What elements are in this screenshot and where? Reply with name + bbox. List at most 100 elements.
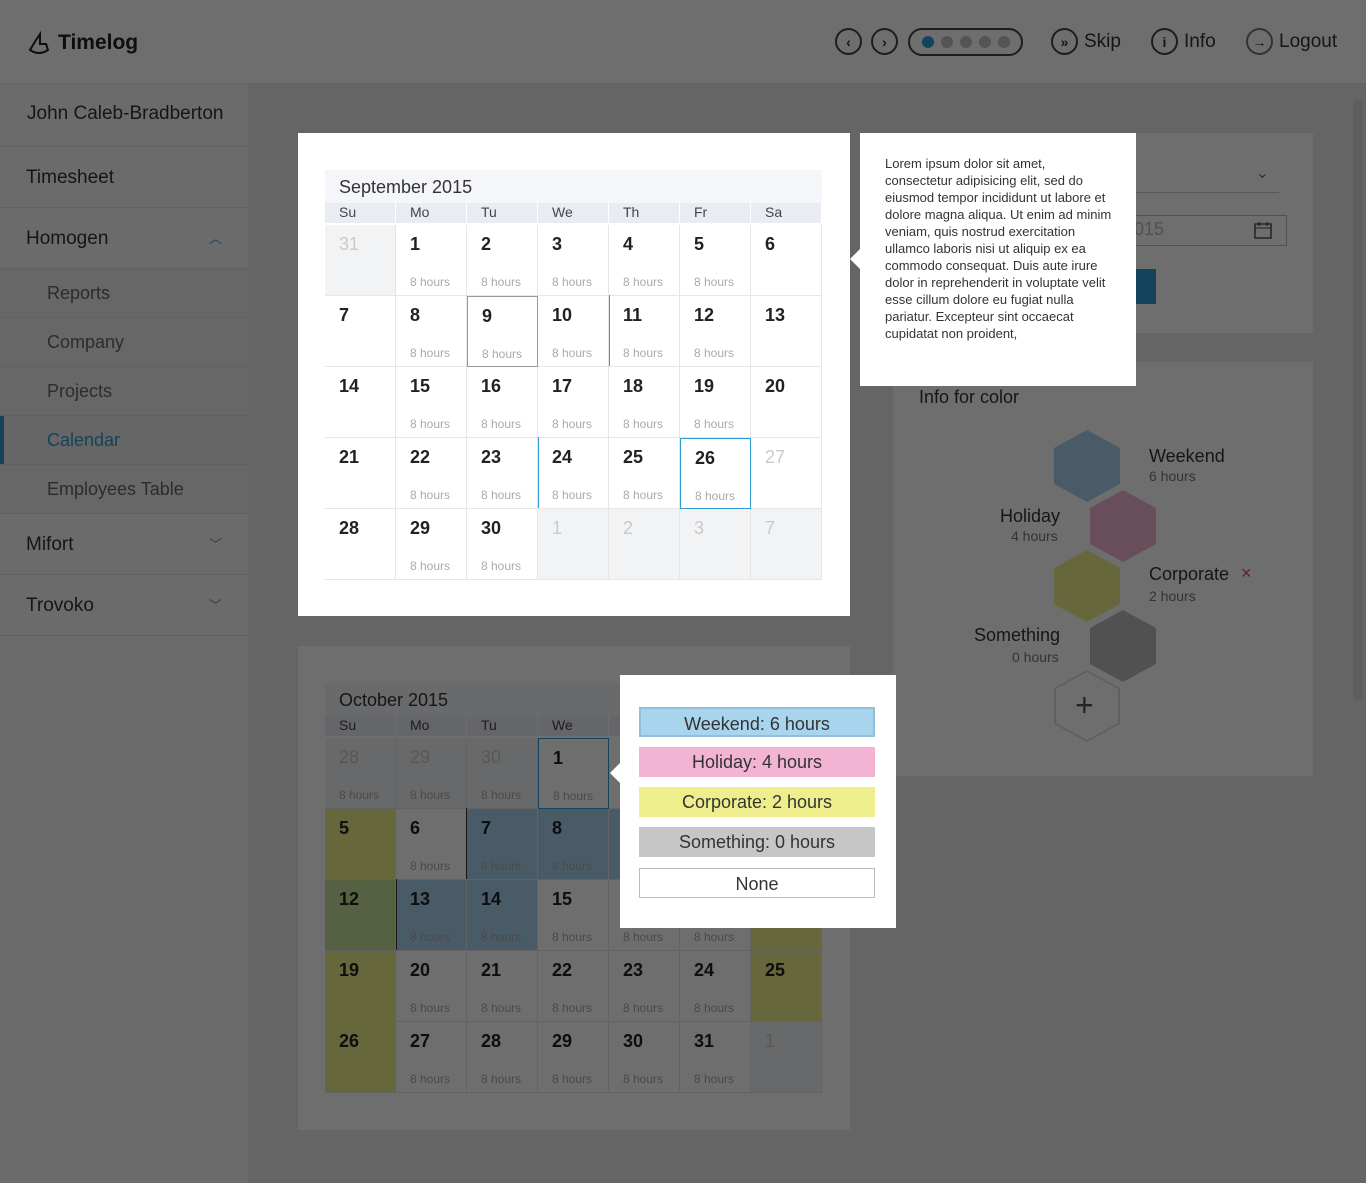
calendar-day[interactable]: 18 8 hours (609, 367, 680, 438)
calendar-day[interactable]: 7 (751, 509, 822, 580)
calendar-day[interactable]: 27 (751, 438, 822, 509)
calendar-icon[interactable] (1254, 221, 1272, 239)
calendar-day[interactable]: 22 8 hours (538, 951, 609, 1022)
calendar-day[interactable]: 8 8 hours (396, 296, 467, 367)
calendar-day[interactable]: 15 8 hours (538, 880, 609, 951)
skip-button[interactable]: » Skip (1051, 28, 1121, 55)
step-dot[interactable] (978, 36, 991, 48)
step-dot[interactable] (959, 36, 972, 48)
calendar-day[interactable]: 4 8 hours (609, 225, 680, 296)
calendar-day[interactable]: 24 8 hours (680, 951, 751, 1022)
calendar-day[interactable]: 15 8 hours (396, 367, 467, 438)
calendar-day[interactable]: 20 8 hours (396, 951, 467, 1022)
calendar-day[interactable]: 3 8 hours (538, 225, 609, 296)
step-dot-active[interactable] (921, 36, 934, 48)
calendar-day[interactable]: 29 8 hours (396, 738, 467, 809)
option-none[interactable]: None (639, 868, 875, 898)
calendar-day[interactable]: 11 8 hours (609, 296, 680, 367)
calendar-day[interactable]: 5 8 hours (680, 225, 751, 296)
calendar-day[interactable]: 3 (680, 509, 751, 580)
calendar-day[interactable]: 10 8 hours (538, 296, 609, 367)
calendar-day[interactable]: 1 (538, 509, 609, 580)
calendar-day[interactable]: 1 8 hours (396, 225, 467, 296)
calendar-day[interactable]: 16 8 hours (467, 367, 538, 438)
app-logo[interactable]: Timelog (26, 30, 138, 56)
calendar-day[interactable]: 26 8 hours (680, 438, 751, 509)
calendar-day[interactable]: 2 8 hours (467, 225, 538, 296)
option-holiday[interactable]: Holiday: 4 hours (639, 747, 875, 777)
calendar-day[interactable]: 25 8 hours (609, 438, 680, 509)
sidebar-item-projects[interactable]: Projects (0, 367, 248, 416)
sidebar-item-employees-table[interactable]: Employees Table (0, 465, 248, 514)
option-corporate[interactable]: Corporate: 2 hours (639, 787, 875, 817)
page-scrollbar[interactable] (1353, 100, 1362, 700)
remove-color-icon[interactable]: × (1241, 563, 1252, 584)
hex-corporate[interactable] (1054, 550, 1120, 622)
sidebar-item-reports[interactable]: Reports (0, 269, 248, 318)
step-indicator[interactable] (908, 28, 1023, 56)
logout-button[interactable]: → Logout (1246, 28, 1337, 55)
step-dot[interactable] (997, 36, 1010, 48)
calendar-day[interactable]: 7 8 hours (467, 809, 538, 880)
calendar-day[interactable]: 6 (751, 225, 822, 296)
calendar-day[interactable]: 30 8 hours (467, 738, 538, 809)
user-name[interactable]: John Caleb-Bradberton (0, 84, 248, 147)
sidebar-item-company[interactable]: Company (0, 318, 248, 367)
calendar-day[interactable]: 31 (325, 225, 396, 296)
calendar-day[interactable]: 14 8 hours (467, 880, 538, 951)
date-field[interactable]: 015 (1123, 215, 1287, 246)
calendar-day[interactable]: 27 8 hours (396, 1022, 467, 1093)
calendar-day[interactable]: 24 8 hours (538, 438, 609, 509)
prev-button[interactable]: ‹ (835, 28, 862, 55)
calendar-day[interactable]: 30 8 hours (467, 509, 538, 580)
step-dot[interactable] (940, 36, 953, 48)
calendar-day[interactable]: 13 (751, 296, 822, 367)
calendar-day[interactable]: 30 8 hours (609, 1022, 680, 1093)
calendar-day[interactable]: 21 8 hours (467, 951, 538, 1022)
calendar-day[interactable]: 28 (325, 509, 396, 580)
hex-holiday[interactable] (1090, 490, 1156, 562)
sidebar-item-trovoko[interactable]: Trovoko ﹀ (0, 575, 248, 636)
sidebar-item-timesheet[interactable]: Timesheet (0, 147, 248, 208)
option-something[interactable]: Something: 0 hours (639, 827, 875, 857)
calendar-day[interactable]: 29 8 hours (538, 1022, 609, 1093)
calendar-day[interactable]: 19 (325, 951, 396, 1022)
calendar-day[interactable]: 6 8 hours (396, 809, 467, 880)
info-button[interactable]: i Info (1151, 28, 1216, 55)
calendar-day[interactable]: 12 (325, 880, 396, 951)
calendar-day[interactable]: 31 8 hours (680, 1022, 751, 1093)
sidebar-item-homogen[interactable]: Homogen ︿ (0, 208, 248, 269)
calendar-day[interactable]: 2 (609, 509, 680, 580)
calendar-day[interactable]: 23 8 hours (467, 438, 538, 509)
calendar-day[interactable]: 28 8 hours (325, 738, 396, 809)
sidebar-item-calendar[interactable]: Calendar (0, 416, 248, 465)
calendar-day[interactable]: 26 (325, 1022, 396, 1093)
calendar-day[interactable]: 1 8 hours (538, 738, 609, 809)
project-select[interactable] (1123, 161, 1279, 193)
next-button[interactable]: › (871, 28, 898, 55)
calendar-day[interactable]: 28 8 hours (467, 1022, 538, 1093)
hex-something[interactable] (1090, 610, 1156, 682)
sidebar-item-mifort[interactable]: Mifort ﹀ (0, 514, 248, 575)
range-marker[interactable] (609, 295, 610, 366)
range-marker[interactable] (538, 437, 539, 508)
calendar-day[interactable]: 9 8 hours (467, 296, 538, 367)
calendar-day[interactable]: 14 (325, 367, 396, 438)
hex-weekend[interactable] (1054, 430, 1120, 502)
calendar-day[interactable]: 20 (751, 367, 822, 438)
calendar-day[interactable]: 23 8 hours (609, 951, 680, 1022)
calendar-day[interactable]: 21 (325, 438, 396, 509)
calendar-day[interactable]: 13 8 hours (396, 880, 467, 951)
range-marker[interactable] (466, 808, 467, 879)
calendar-day[interactable]: 5 (325, 809, 396, 880)
calendar-day[interactable]: 19 8 hours (680, 367, 751, 438)
calendar-day[interactable]: 25 (751, 951, 822, 1022)
calendar-day[interactable]: 17 8 hours (538, 367, 609, 438)
calendar-day[interactable]: 29 8 hours (396, 509, 467, 580)
calendar-day[interactable]: 8 8 hours (538, 809, 609, 880)
range-marker[interactable] (396, 879, 397, 950)
calendar-day[interactable]: 12 8 hours (680, 296, 751, 367)
calendar-day[interactable]: 22 8 hours (396, 438, 467, 509)
calendar-day[interactable]: 1 (751, 1022, 822, 1093)
option-weekend[interactable]: Weekend: 6 hours (639, 707, 875, 737)
